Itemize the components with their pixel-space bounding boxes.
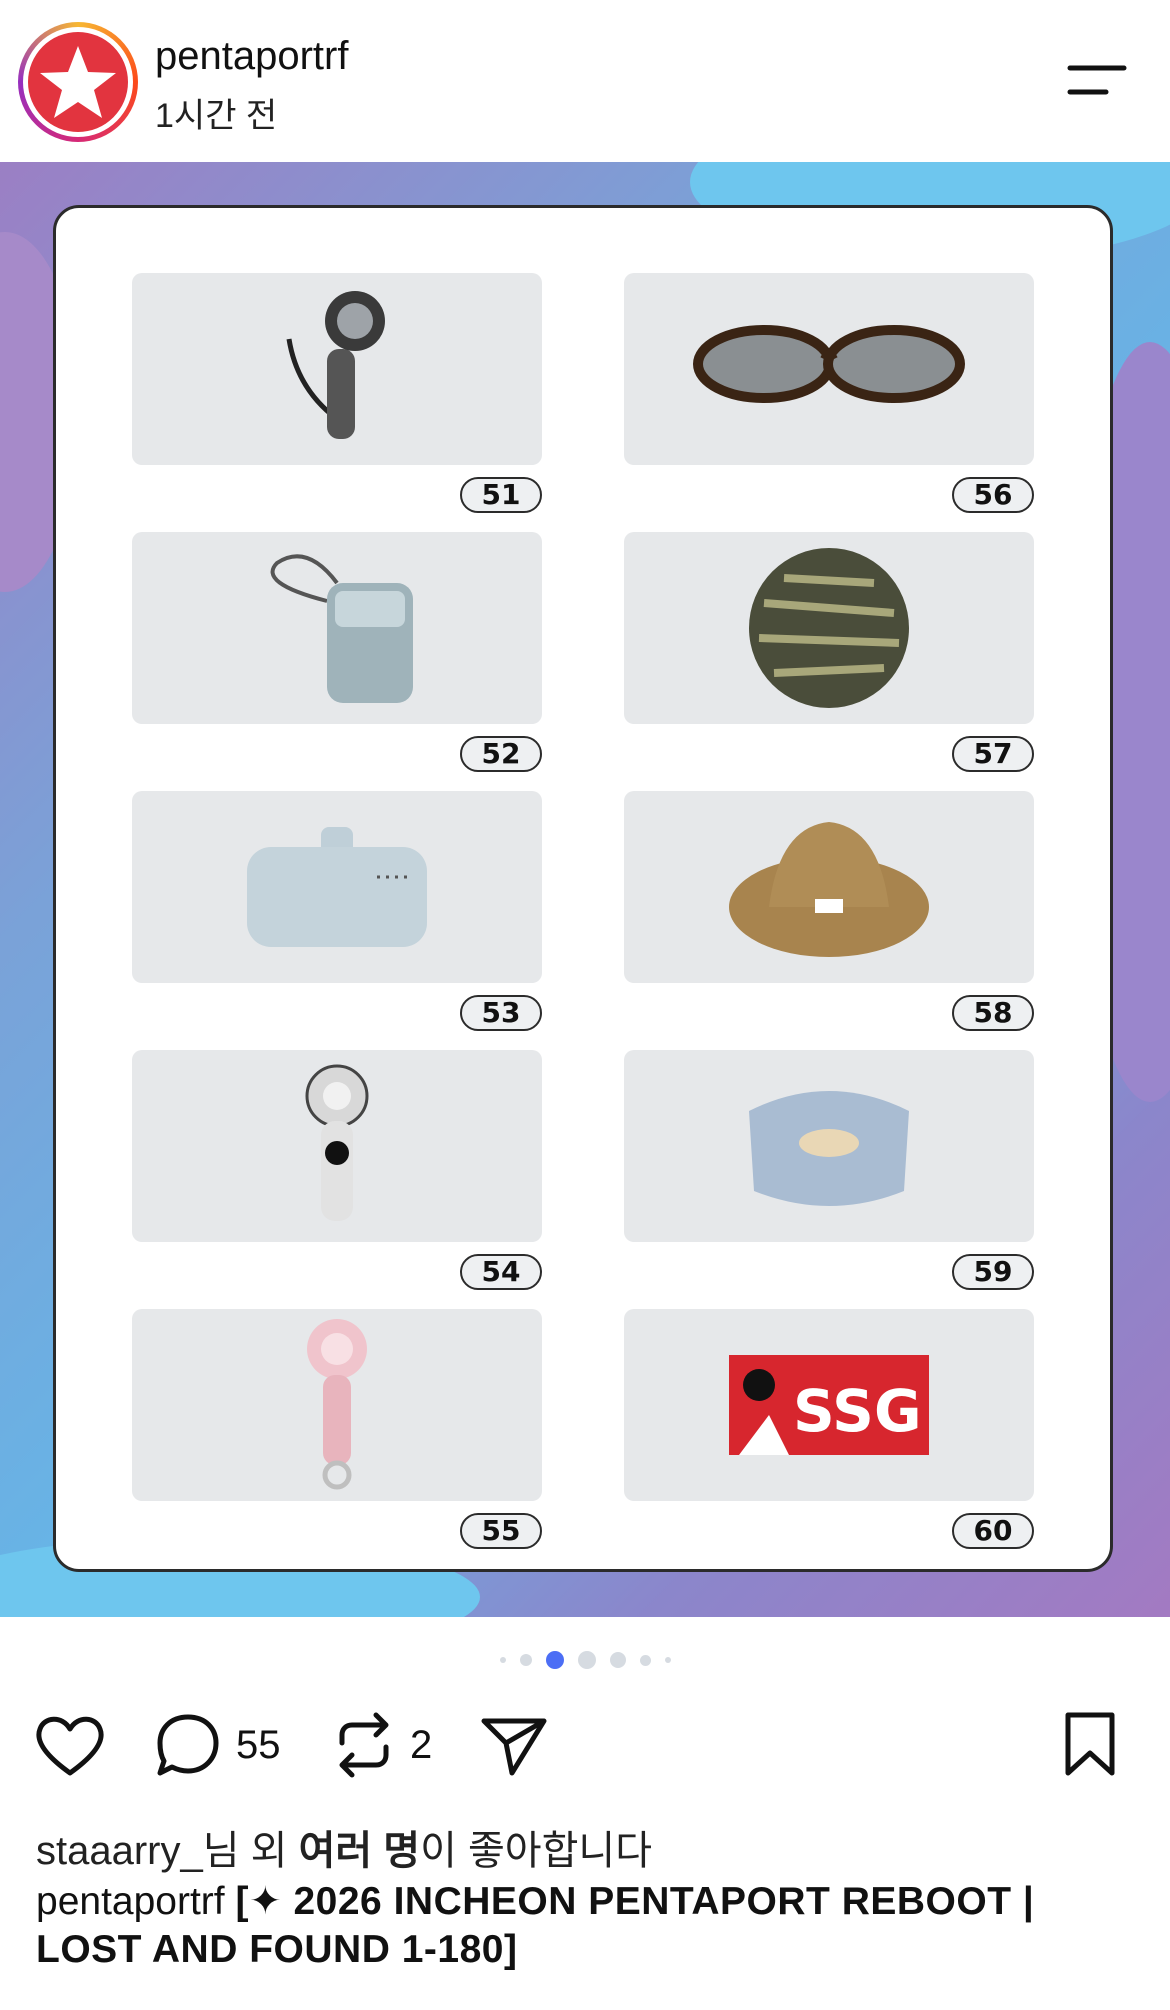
caption-username[interactable]: pentaportrf	[36, 1880, 225, 1923]
action-bar: 55 2	[0, 1700, 1170, 1790]
comment-count: 55	[236, 1722, 281, 1767]
avatar[interactable]	[18, 22, 138, 142]
share-button[interactable]	[478, 1700, 550, 1790]
item-photo	[132, 1050, 542, 1242]
item-photo	[624, 273, 1034, 465]
carousel-dot	[519, 1654, 532, 1666]
item-photo	[132, 273, 542, 465]
list-item: 59	[624, 1050, 1034, 1290]
item-number-badge: 54	[460, 1254, 542, 1290]
repost-count: 2	[410, 1722, 433, 1767]
item-number-badge: 52	[460, 736, 542, 772]
list-item: 56	[624, 273, 1034, 513]
lost-and-found-card: 51 56 52 57 53 58 54 59 55 SSG 60	[53, 205, 1113, 1572]
item-number-badge: 57	[952, 736, 1034, 772]
item-photo	[624, 532, 1034, 724]
list-item: 55	[132, 1309, 542, 1549]
list-item: 51	[132, 273, 542, 513]
carousel-dot-active	[545, 1651, 564, 1669]
list-item: 57	[624, 532, 1034, 772]
item-number-badge: 55	[460, 1513, 542, 1549]
item-number-badge: 60	[952, 1513, 1034, 1549]
menu-icon[interactable]	[1066, 62, 1128, 98]
list-item: 54	[132, 1050, 542, 1290]
repost-icon	[339, 1712, 389, 1778]
like-button[interactable]	[34, 1700, 106, 1790]
carousel-dot	[609, 1652, 626, 1668]
post-image[interactable]: 51 56 52 57 53 58 54 59 55 SSG 60	[0, 162, 1170, 1617]
item-photo	[132, 791, 542, 983]
repost-button[interactable]: 2	[332, 1700, 432, 1790]
likes-summary[interactable]: staaarry_님 외 여러 명이 좋아합니다	[36, 1818, 652, 1876]
item-number-badge: 56	[952, 477, 1034, 513]
comment-button[interactable]: 55	[154, 1700, 281, 1790]
item-photo	[132, 532, 542, 724]
list-item: SSG 60	[624, 1309, 1034, 1549]
item-photo	[624, 791, 1034, 983]
post-timestamp: 1시간 전	[155, 97, 278, 135]
post-username[interactable]: pentaportrf	[155, 34, 348, 79]
item-photo: SSG	[624, 1309, 1034, 1501]
carousel-dot	[577, 1651, 596, 1669]
post-caption: pentaportrf [✦ 2026 INCHEON PENTAPORT RE…	[36, 1878, 1146, 1974]
comment-icon	[157, 1714, 219, 1776]
send-icon	[481, 1718, 547, 1776]
list-item: 58	[624, 791, 1034, 1031]
item-photo	[624, 1050, 1034, 1242]
heart-icon	[36, 1716, 104, 1776]
item-number-badge: 51	[460, 477, 542, 513]
star-logo-icon	[28, 32, 128, 132]
carousel-dot	[664, 1657, 671, 1663]
post-header: pentaportrf 1시간 전	[0, 0, 1170, 162]
towel-text: SSG	[793, 1377, 922, 1445]
list-item: 53	[132, 791, 542, 1031]
bookmark-icon	[1065, 1712, 1115, 1776]
liked-by-user[interactable]: staaarry_	[36, 1829, 203, 1873]
list-item: 52	[132, 532, 542, 772]
save-button[interactable]	[1060, 1700, 1120, 1790]
carousel-dot	[499, 1657, 506, 1663]
item-number-badge: 59	[952, 1254, 1034, 1290]
item-number-badge: 58	[952, 995, 1034, 1031]
item-photo	[132, 1309, 542, 1501]
carousel-indicator	[0, 1648, 1170, 1672]
carousel-dot	[639, 1654, 651, 1666]
item-number-badge: 53	[460, 995, 542, 1031]
